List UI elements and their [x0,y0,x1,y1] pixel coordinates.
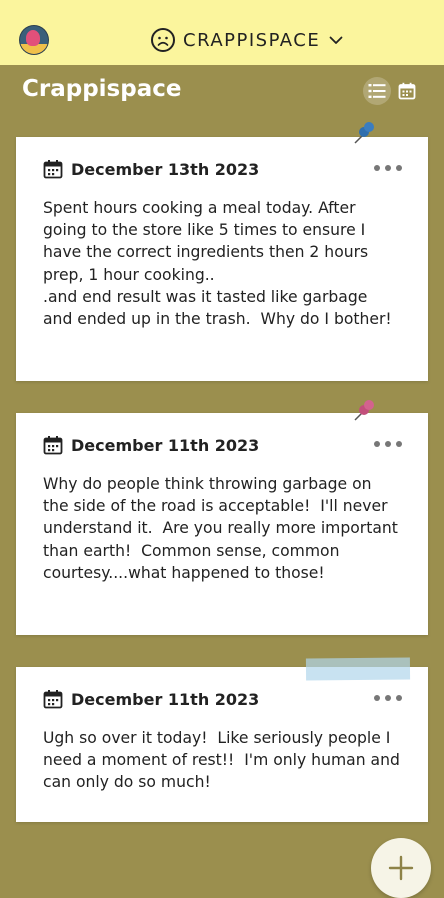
more-dot [396,165,402,171]
avatar-flamingo [26,30,40,46]
more-dot [396,441,402,447]
journal-entry-card[interactable]: December 11th 2023 Ugh so over it today!… [16,667,428,822]
calendar-icon [43,160,63,179]
more-dot [385,441,391,447]
entry-date-row: December 11th 2023 [43,435,259,455]
entry-date: December 13th 2023 [71,159,260,179]
journal-entry-card[interactable]: December 13th 2023 Spent hours cooking a… [16,137,428,381]
entry-date-row: December 11th 2023 [43,689,259,709]
page-title: Crappispace [22,76,182,102]
frown-face-icon [151,28,175,52]
list-view-icon [368,84,386,98]
more-dot [385,695,391,701]
journal-entry-card[interactable]: December 11th 2023 Why do people think t… [16,413,428,635]
pink-pin-icon [354,400,374,421]
top-bar: CRAPPISPACE [0,0,444,65]
tape-decoration [305,657,411,681]
chevron-down-icon [329,36,343,44]
add-entry-button[interactable] [371,838,431,898]
entry-more-button[interactable] [374,437,402,451]
more-horizontal-icon [374,441,380,447]
blue-pin-icon [354,122,374,144]
more-horizontal-icon [374,695,380,701]
more-horizontal-icon [374,165,380,171]
entry-text: Why do people think throwing garbage on … [43,475,403,582]
entry-date-row: December 13th 2023 [43,159,259,179]
list-view-button[interactable] [363,77,391,105]
more-dot [385,165,391,171]
entry-more-button[interactable] [374,161,402,175]
entry-date: December 11th 2023 [71,435,260,455]
more-dot [396,695,402,701]
app-switcher-button[interactable]: CRAPPISPACE [151,26,344,54]
plus-icon [388,855,414,881]
app-switcher-label: CRAPPISPACE [183,29,321,51]
calendar-view-button[interactable] [393,77,421,105]
calendar-view-icon [398,82,416,100]
entry-text: Spent hours cooking a meal today. After … [43,199,392,329]
calendar-icon [43,690,63,709]
entry-text: Ugh so over it today! Like seriously peo… [43,729,405,792]
entry-date: December 11th 2023 [71,689,260,709]
entry-more-button[interactable] [374,691,402,705]
user-avatar[interactable] [20,26,48,54]
calendar-icon [43,436,63,455]
